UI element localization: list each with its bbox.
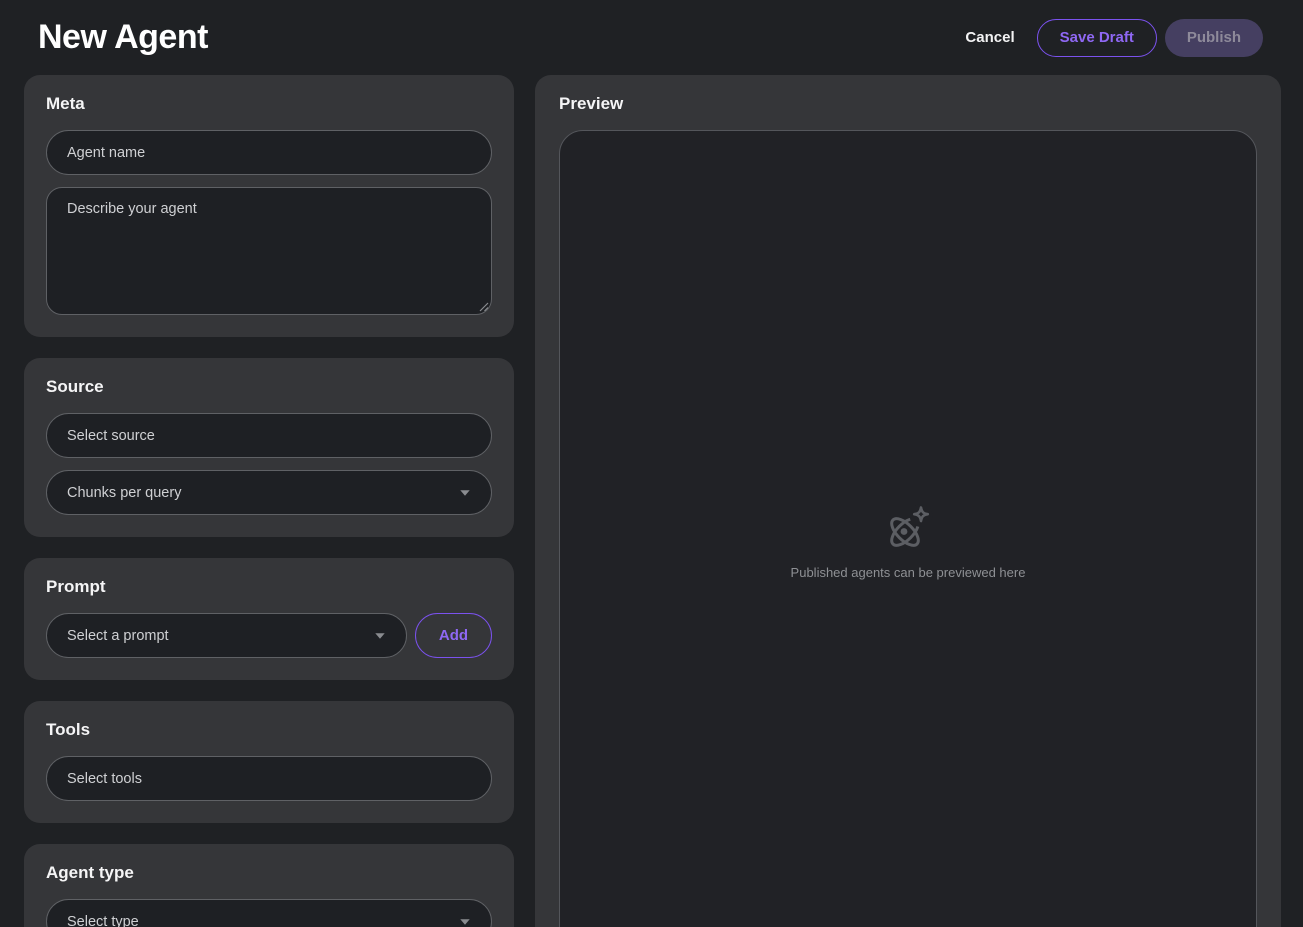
preview-card-title: Preview: [559, 94, 1257, 114]
header-actions: Cancel Save Draft Publish: [961, 19, 1263, 57]
agent-type-card: Agent type Select type: [24, 844, 514, 927]
chunks-per-query-value: Chunks per query: [67, 485, 181, 501]
select-prompt-value: Select a prompt: [67, 628, 169, 644]
chevron-down-icon: [374, 632, 386, 640]
cancel-button[interactable]: Cancel: [961, 19, 1018, 57]
select-type-value: Select type: [67, 914, 139, 927]
agent-description-wrap: [46, 187, 492, 315]
meta-card-title: Meta: [46, 94, 492, 114]
chevron-down-icon: [459, 918, 471, 926]
agent-description-textarea[interactable]: [46, 187, 492, 315]
prompt-card-title: Prompt: [46, 577, 492, 597]
source-card: Source Chunks per query: [24, 358, 514, 537]
tools-card-title: Tools: [46, 720, 492, 740]
page-title: New Agent: [38, 18, 208, 57]
select-prompt-select[interactable]: Select a prompt: [46, 613, 407, 658]
agent-type-card-title: Agent type: [46, 863, 492, 883]
add-prompt-button[interactable]: Add: [415, 613, 492, 658]
chunks-per-query-select[interactable]: Chunks per query: [46, 470, 492, 515]
preview-panel: Published agents can be previewed here: [559, 130, 1257, 927]
publish-button[interactable]: Publish: [1165, 19, 1263, 57]
select-source-input[interactable]: [46, 413, 492, 458]
meta-card: Meta: [24, 75, 514, 337]
chevron-down-icon: [459, 489, 471, 497]
agent-name-input[interactable]: [46, 130, 492, 175]
preview-card: Preview Published agents can be previewe…: [535, 75, 1281, 927]
source-card-title: Source: [46, 377, 492, 397]
form-column: Meta Source Chunks per query Prompt: [24, 75, 514, 927]
agent-atom-sparkle-icon: [882, 503, 934, 555]
prompt-card: Prompt Select a prompt Add: [24, 558, 514, 680]
main-content: Meta Source Chunks per query Prompt: [24, 75, 1281, 927]
select-type-select[interactable]: Select type: [46, 899, 492, 927]
preview-empty-text: Published agents can be previewed here: [791, 565, 1026, 580]
save-draft-button[interactable]: Save Draft: [1037, 19, 1157, 57]
prompt-row: Select a prompt Add: [46, 613, 492, 658]
select-tools-input[interactable]: [46, 756, 492, 801]
tools-card: Tools: [24, 701, 514, 823]
page-header: New Agent Cancel Save Draft Publish: [0, 0, 1303, 75]
